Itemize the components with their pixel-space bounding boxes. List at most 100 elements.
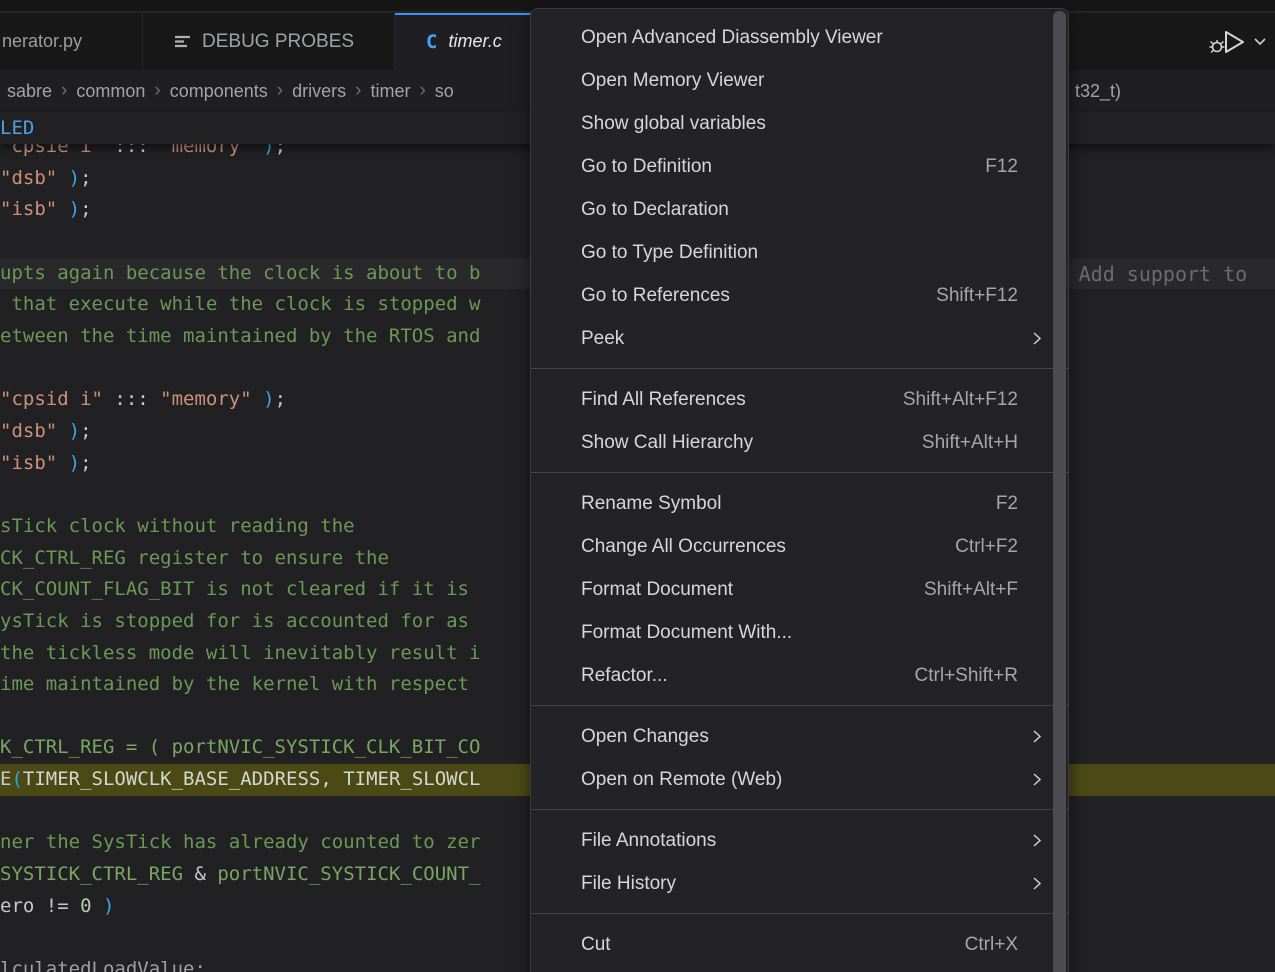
code-token: lculatedLoadValue: (0, 958, 206, 972)
menu-separator (531, 913, 1068, 914)
menu-item-file-history[interactable]: File History (531, 862, 1068, 905)
debug-run-icon[interactable] (1207, 27, 1249, 57)
tab-generator-py[interactable]: nerator.py (0, 13, 143, 70)
menu-item-peek[interactable]: Peek (531, 317, 1068, 360)
code-token (57, 452, 68, 474)
code-token: "isb" (0, 198, 57, 220)
breadcrumb-separator-icon: › (419, 80, 425, 102)
menu-item-label: Rename Symbol (581, 493, 996, 515)
code-token: portNVIC_SYSTICK_COUNT_ (217, 863, 480, 885)
code-token: ) (69, 420, 80, 442)
code-token: K_CTRL_REG = ( portNVIC_SYSTICK_CLK_BIT_… (0, 736, 480, 758)
code-token: ; (80, 420, 91, 442)
menu-item-shortcut: F12 (985, 156, 1018, 178)
breadcrumb-item-drivers[interactable]: drivers (292, 81, 346, 102)
tab-debug-probes[interactable]: DEBUG PROBES (143, 13, 395, 70)
menu-item-label: Open Changes (581, 726, 1018, 748)
code-token: "isb" (0, 452, 57, 474)
inline-blame-annotation: ● Add support to (1062, 258, 1247, 290)
breadcrumb-items: sabre›common›components›drivers›timer›so (3, 80, 458, 102)
menu-item-label: Format Document (581, 579, 924, 601)
submenu-chevron-icon (1032, 771, 1042, 793)
code-token: TIMER_SLOWCLK_BASE_ADDRESS, (23, 768, 332, 790)
menu-item-label: Show global variables (581, 113, 1018, 135)
menu-item-file-annotations[interactable]: File Annotations (531, 819, 1068, 862)
code-token: ner the SysTick has already counted to z… (0, 831, 480, 853)
menu-item-label: Go to References (581, 285, 936, 307)
code-token: ysTick is stopped for is accounted for a… (0, 610, 469, 632)
code-token (57, 198, 68, 220)
menu-item-shortcut: Shift+Alt+F12 (903, 389, 1018, 411)
menu-item-show-call-hierarchy[interactable]: Show Call HierarchyShift+Alt+H (531, 421, 1068, 464)
code-token: sTick clock without reading the (0, 515, 355, 537)
menu-item-open-memory-viewer[interactable]: Open Memory Viewer (531, 59, 1068, 102)
menu-item-go-to-type-definition[interactable]: Go to Type Definition (531, 231, 1068, 274)
code-token (252, 388, 263, 410)
menu-item-label: Open on Remote (Web) (581, 769, 1018, 791)
blame-text: Add support to (1079, 262, 1248, 286)
menu-item-label: Go to Declaration (581, 199, 1018, 221)
code-token: ::: (103, 388, 160, 410)
submenu-chevron-icon (1032, 728, 1042, 750)
code-token: ime maintained by the kernel with respec… (0, 673, 469, 695)
tab-label: DEBUG PROBES (202, 31, 354, 53)
menu-item-show-global-variables[interactable]: Show global variables (531, 102, 1068, 145)
menu-item-label: Find All References (581, 389, 903, 411)
menu-item-rename-symbol[interactable]: Rename SymbolF2 (531, 482, 1068, 525)
breadcrumb-item-components[interactable]: components (170, 81, 268, 102)
code-token: CK_CTRL_REG register to ensure the (0, 547, 389, 569)
submenu-chevron-icon (1032, 832, 1042, 854)
menu-item-shortcut: Shift+F12 (936, 285, 1018, 307)
menu-item-open-changes[interactable]: Open Changes (531, 715, 1068, 758)
menu-item-label: Go to Definition (581, 156, 985, 178)
code-token (57, 167, 68, 189)
c-file-icon: C (426, 31, 437, 53)
menu-item-label: Go to Type Definition (581, 242, 1018, 264)
code-token: TIMER_SLOWCL (332, 768, 481, 790)
menu-separator (531, 809, 1068, 810)
menu-item-shortcut: F2 (996, 493, 1018, 515)
code-token: ) (69, 452, 80, 474)
breadcrumb-item-so[interactable]: so (435, 81, 454, 102)
menu-item-refactor[interactable]: Refactor...Ctrl+Shift+R (531, 654, 1068, 697)
breadcrumb-symbol-fragment: t32_t) (1075, 70, 1121, 112)
code-token: SYSTICK_CTRL_REG (0, 863, 183, 885)
menu-item-open-advanced-diassembly-viewer[interactable]: Open Advanced Diassembly Viewer (531, 16, 1068, 59)
code-token (92, 895, 103, 917)
submenu-chevron-icon (1032, 875, 1042, 897)
list-icon (174, 34, 191, 49)
code-token: ; (80, 167, 91, 189)
menu-item-shortcut: Shift+Alt+H (922, 432, 1018, 454)
menu-item-find-all-references[interactable]: Find All ReferencesShift+Alt+F12 (531, 378, 1068, 421)
menu-item-shortcut: Ctrl+X (965, 934, 1018, 956)
code-token: "cpsid i" (0, 388, 103, 410)
menu-item-label: Open Memory Viewer (581, 70, 1018, 92)
code-token: CK_COUNT_FLAG_BIT is not cleared if it i… (0, 578, 469, 600)
menu-separator (531, 472, 1068, 473)
menu-item-go-to-definition[interactable]: Go to DefinitionF12 (531, 145, 1068, 188)
code-token: ) (263, 388, 274, 410)
breadcrumb-item-common[interactable]: common (76, 81, 145, 102)
menu-item-go-to-references[interactable]: Go to ReferencesShift+F12 (531, 274, 1068, 317)
menu-item-change-all-occurrences[interactable]: Change All OccurrencesCtrl+F2 (531, 525, 1068, 568)
submenu-chevron-icon (1032, 330, 1042, 352)
menu-item-format-document[interactable]: Format DocumentShift+Alt+F (531, 568, 1068, 611)
code-token: ero != (0, 895, 80, 917)
breadcrumb-separator-icon: › (277, 80, 283, 102)
menu-item-shortcut: Ctrl+Shift+R (915, 665, 1018, 687)
menu-item-open-on-remote-web[interactable]: Open on Remote (Web) (531, 758, 1068, 801)
breadcrumb-separator-icon: › (355, 80, 361, 102)
code-token: the tickless mode will inevitably result… (0, 642, 480, 664)
chevron-down-icon[interactable] (1253, 37, 1267, 47)
menu-scrollbar[interactable] (1053, 11, 1066, 972)
code-token: E (0, 768, 11, 790)
menu-item-go-to-declaration[interactable]: Go to Declaration (531, 188, 1068, 231)
breadcrumb-item-timer[interactable]: timer (370, 81, 410, 102)
menu-item-format-document-with[interactable]: Format Document With... (531, 611, 1068, 654)
breadcrumb-item-sabre[interactable]: sabre (7, 81, 52, 102)
context-menu-items: Open Advanced Diassembly Viewer Open Memo… (531, 16, 1068, 966)
menu-item-cut[interactable]: CutCtrl+X (531, 923, 1068, 966)
tab-label: nerator.py (2, 31, 82, 52)
code-token: ; (80, 452, 91, 474)
code-token: ) (69, 167, 80, 189)
